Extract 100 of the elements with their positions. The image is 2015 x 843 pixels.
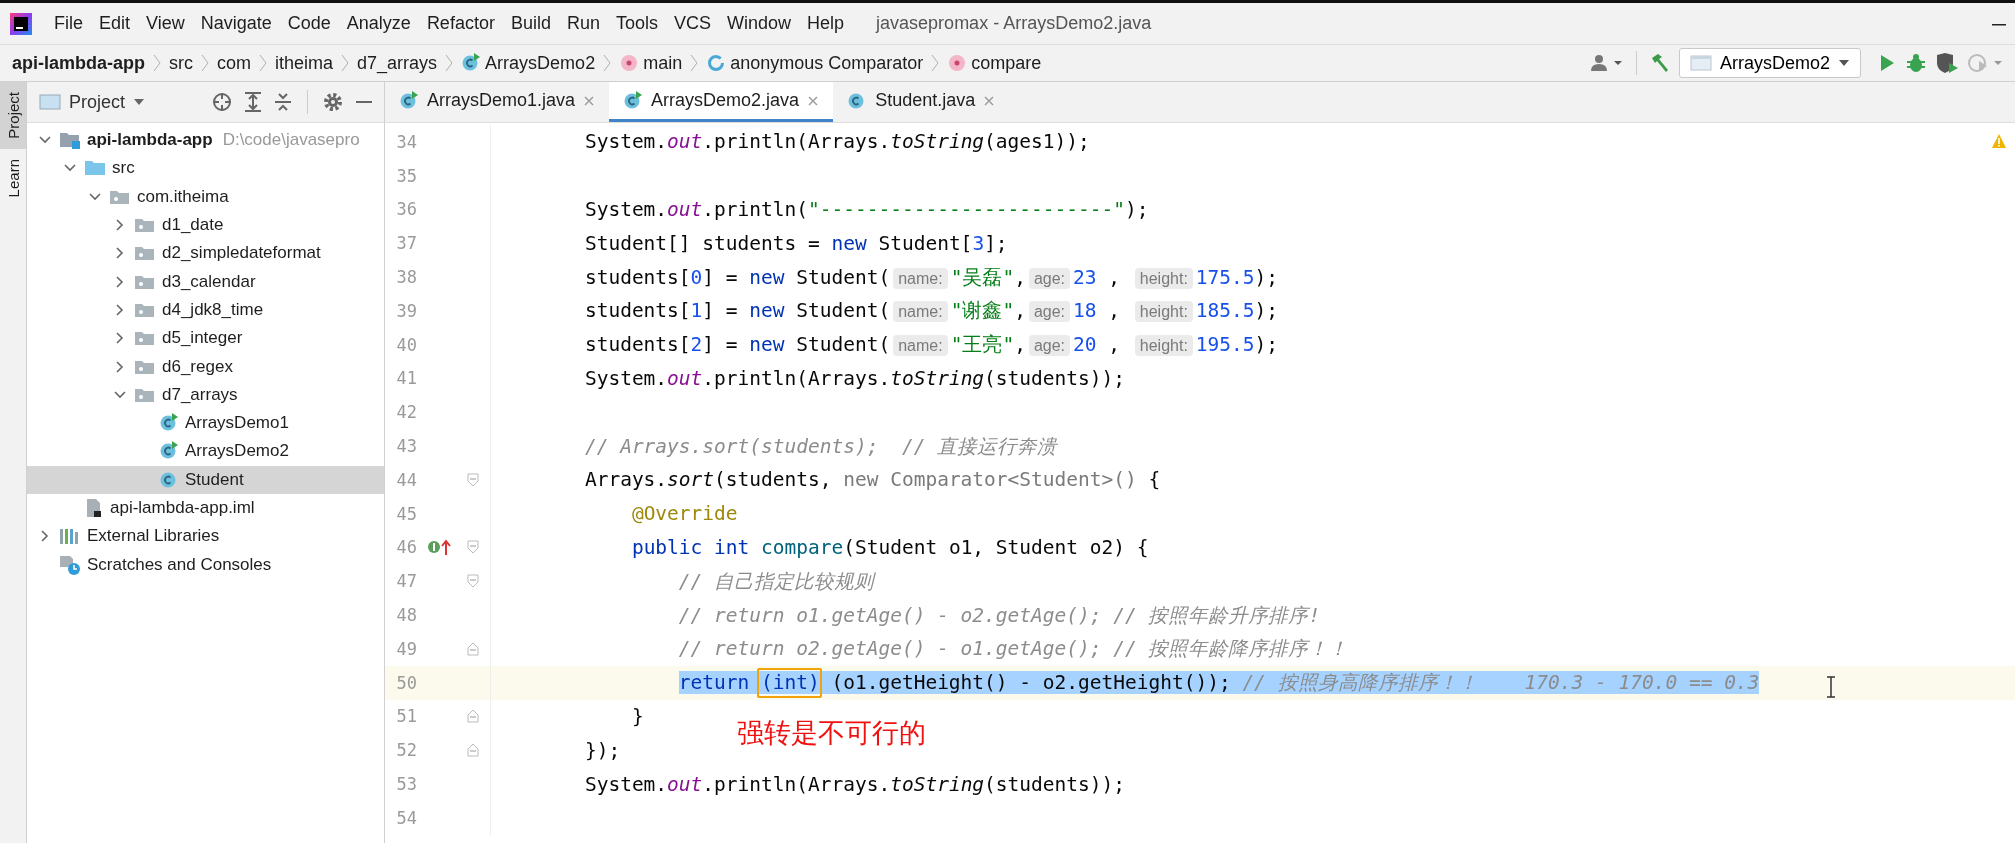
code-line: public int compare(Student o1, Student o2) {: [630, 535, 1149, 559]
menu-item[interactable]: Tools: [607, 13, 666, 34]
menu-item[interactable]: Code: [279, 13, 339, 34]
breadcrumb-item[interactable]: src: [169, 52, 193, 74]
code-line: Student[] students = new Student[3];: [583, 231, 1008, 255]
menu-item[interactable]: Refactor: [418, 13, 503, 34]
run-config-dropdown[interactable]: ArraysDemo2: [1678, 48, 1861, 78]
line-number: 43: [395, 436, 417, 457]
line-number: 52: [395, 740, 417, 761]
editor-tab[interactable]: ArraysDemo1.java: [385, 82, 610, 122]
debug-icon[interactable]: [1905, 52, 1927, 74]
caret-icon: [133, 97, 146, 107]
tree-label: api-lambda-app.iml: [110, 498, 255, 518]
menu-item[interactable]: Window: [719, 13, 800, 34]
tree-item[interactable]: Student: [27, 465, 384, 494]
tree-item[interactable]: d4_jdk8_time: [27, 295, 384, 325]
breadcrumb-item[interactable]: anonymous Comparator: [706, 52, 924, 74]
runnable-class-icon: [461, 53, 482, 73]
chevron-icon: [259, 53, 268, 73]
menu-item[interactable]: File: [46, 13, 91, 34]
fold-marker-icon[interactable]: [467, 540, 479, 555]
line-number: 51: [395, 706, 417, 727]
code-line: System.out.println(Arrays.toString(ages1));: [583, 130, 1090, 154]
fold-marker-icon[interactable]: [467, 472, 479, 487]
line-number: 46: [395, 537, 417, 558]
code-line: Arrays.sort(students, new Comparator<Student>() {: [583, 468, 1161, 492]
breadcrumb-item[interactable]: compare: [947, 52, 1042, 74]
close-icon[interactable]: [807, 94, 820, 107]
collapse-all-icon[interactable]: [273, 91, 293, 113]
fold-end-marker-icon[interactable]: [467, 709, 479, 724]
menu-item[interactable]: VCS: [666, 13, 719, 34]
breadcrumb-item[interactable]: main: [619, 52, 683, 74]
method-icon: [619, 53, 640, 73]
breadcrumb-item[interactable]: d7_arrays: [357, 52, 438, 74]
tree-item[interactable]: ArraysDemo2: [27, 437, 384, 466]
fold-end-marker-icon[interactable]: [467, 641, 479, 656]
tool-window-tab[interactable]: Project: [0, 82, 26, 149]
tree-item[interactable]: d7_arrays: [27, 380, 384, 409]
menu-item[interactable]: Run: [558, 13, 608, 34]
runnable-class-icon: [399, 90, 419, 111]
menu-item[interactable]: View: [138, 13, 193, 34]
editor-tab[interactable]: Student.java: [833, 82, 1010, 122]
menu-item[interactable]: Edit: [91, 13, 139, 34]
tree-label: ArraysDemo1: [185, 413, 289, 434]
breadcrumb-item[interactable]: ArraysDemo2: [461, 52, 596, 74]
window-title: javasepromax - ArraysDemo2.java: [876, 13, 1152, 34]
line-number: 39: [395, 300, 417, 321]
close-icon[interactable]: [583, 94, 596, 107]
tree-item[interactable]: src: [27, 154, 384, 183]
menu-item[interactable]: Build: [502, 13, 559, 34]
tree-item[interactable]: api-lambda-app D:\code\javasepro: [27, 126, 384, 155]
settings-icon[interactable]: [322, 91, 344, 113]
editor-tab[interactable]: ArraysDemo2.java: [609, 82, 834, 122]
runnable-class-icon: [623, 90, 644, 111]
app-logo-icon: [10, 12, 32, 35]
tree-item[interactable]: com.itheima: [27, 182, 384, 211]
code-line: students[1] = new Student( name: "谢鑫", age: 18 , height: 185.5);: [583, 298, 1278, 325]
tree-item[interactable]: ArraysDemo1: [27, 408, 384, 438]
code-line: // return o1.getAge() - o2.getAge(); // 按照年龄升序排序!: [677, 602, 1321, 629]
tree-item[interactable]: d3_calendar: [27, 267, 384, 296]
line-number: 41: [395, 368, 417, 389]
line-number: 47: [395, 571, 417, 592]
expand-all-icon[interactable]: [243, 91, 263, 113]
tree-item[interactable]: d6_regex: [27, 352, 384, 381]
tool-window-tab[interactable]: Learn: [0, 148, 26, 208]
code-line: students[2] = new Student( name: "王亮", age: 20 , height: 195.5);: [583, 332, 1278, 359]
text-cursor-icon: [1825, 676, 1837, 698]
locate-icon[interactable]: [211, 91, 233, 113]
fold-end-marker-icon[interactable]: [467, 743, 479, 758]
breadcrumb-item[interactable]: itheima: [275, 52, 334, 74]
menu-item[interactable]: Help: [799, 13, 853, 34]
tree-item[interactable]: External Libraries: [27, 522, 384, 551]
tree-item[interactable]: Scratches and Consoles: [27, 550, 384, 579]
tree-item[interactable]: d1_date: [27, 210, 384, 240]
line-number: 53: [395, 774, 417, 795]
tree-item[interactable]: api-lambda-app.iml: [27, 493, 384, 523]
coverage-icon[interactable]: [1935, 52, 1959, 74]
tree-label: d5_integer: [162, 328, 243, 349]
breadcrumb-item[interactable]: com: [217, 52, 252, 74]
tree-label: d4_jdk8_time: [162, 299, 264, 320]
line-number: 49: [395, 638, 417, 659]
menu-item[interactable]: Analyze: [338, 13, 419, 34]
fold-marker-icon[interactable]: [467, 574, 479, 589]
line-number: 35: [395, 165, 417, 186]
file-icon: [84, 498, 104, 518]
user-icon[interactable]: [1589, 53, 1624, 73]
tree-label: d7_arrays: [162, 384, 238, 405]
close-icon[interactable]: [983, 94, 996, 107]
view-selector[interactable]: Project: [39, 91, 146, 113]
code-line: System.out.println(Arrays.toString(students));: [583, 366, 1125, 390]
line-number: 45: [395, 503, 417, 524]
breadcrumb-item[interactable]: api-lambda-app: [12, 52, 145, 74]
tree-label: ArraysDemo2: [185, 441, 289, 462]
tree-item[interactable]: d5_integer: [27, 324, 384, 353]
code-line: }: [630, 704, 644, 728]
menu-item[interactable]: Navigate: [192, 13, 280, 34]
chevron-icon: [603, 53, 612, 73]
tree-item[interactable]: d2_simpledateformat: [27, 239, 384, 268]
override-marker-icon[interactable]: [427, 537, 453, 558]
anonymous-class-icon: [706, 53, 727, 73]
